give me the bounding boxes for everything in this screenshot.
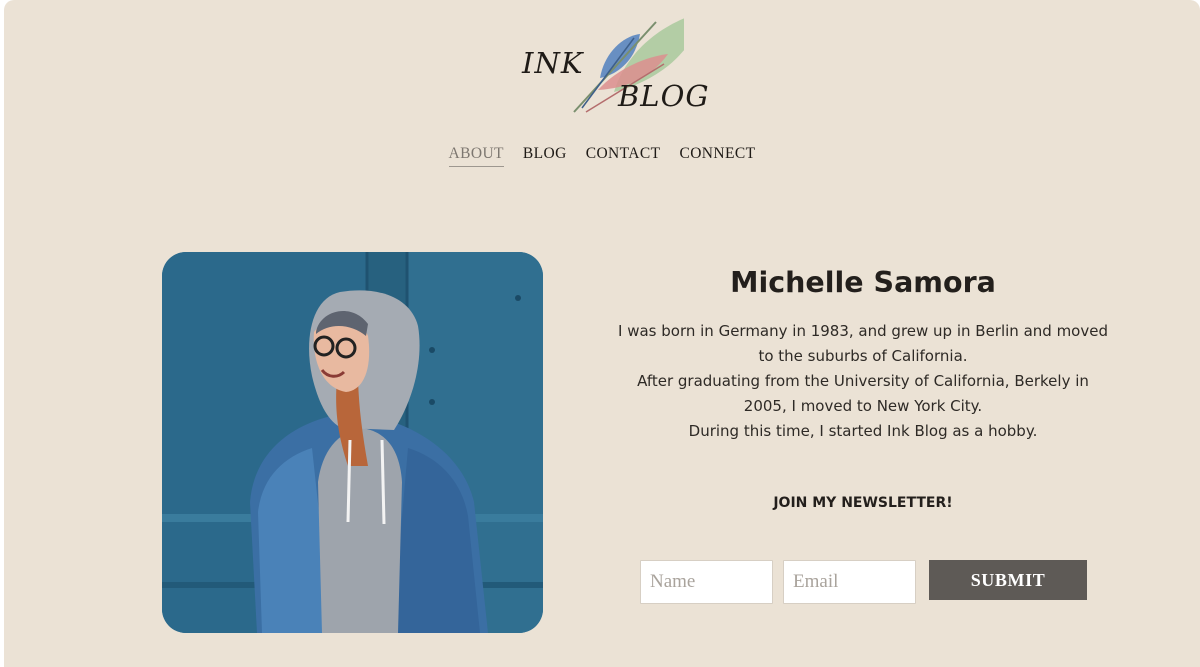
name-input[interactable]	[640, 560, 773, 604]
logo-word-blog: BLOG	[618, 79, 710, 113]
page: INK BLOG ABOUT BLOG CONTACT CONNECT Mich…	[4, 0, 1200, 667]
nav-item-blog[interactable]: BLOG	[523, 145, 567, 167]
email-input[interactable]	[783, 560, 916, 604]
profile-name: Michelle Samora	[730, 266, 996, 299]
nav-item-contact[interactable]: CONTACT	[586, 145, 661, 167]
ink-blog-logo[interactable]: INK BLOG	[514, 8, 709, 120]
bio-line: I was born in Germany in 1983, and grew …	[618, 322, 1108, 340]
profile-photo	[162, 252, 543, 633]
bio-line: After graduating from the University of …	[637, 372, 1089, 390]
bio-line: 2005, I moved to New York City.	[743, 397, 983, 415]
newsletter-heading: JOIN MY NEWSLETTER!	[773, 495, 953, 511]
bio-line: During this time, I started Ink Blog as …	[688, 422, 1038, 440]
profile-bio: I was born in Germany in 1983, and grew …	[616, 319, 1110, 444]
main-nav: ABOUT BLOG CONTACT CONNECT	[4, 145, 1200, 167]
nav-item-connect[interactable]: CONNECT	[679, 145, 755, 167]
logo-word-ink: INK	[522, 46, 584, 80]
submit-button[interactable]: SUBMIT	[929, 560, 1087, 600]
nav-item-about[interactable]: ABOUT	[448, 145, 504, 167]
bio-line: to the suburbs of California.	[758, 347, 968, 365]
